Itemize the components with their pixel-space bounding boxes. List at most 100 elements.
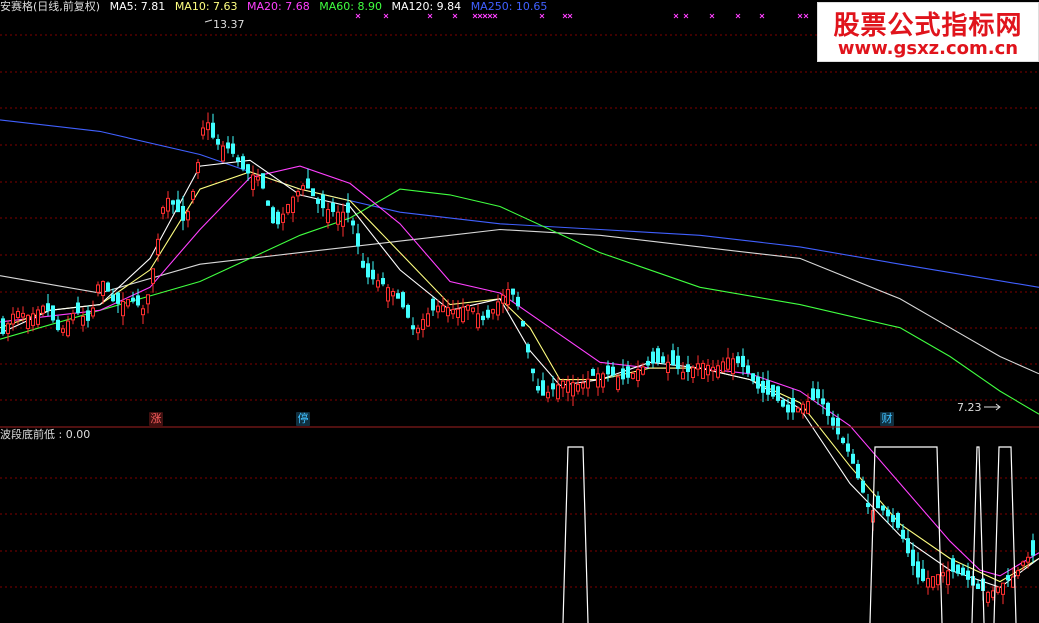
tag-ting: 停 (296, 412, 310, 426)
candle-15 (76, 296, 80, 316)
candle-160 (801, 401, 805, 419)
high-price-label: 13.37 (213, 18, 245, 31)
legend-ma20: MA20: 7.68 (247, 0, 310, 13)
candle-73 (366, 257, 370, 285)
candle-131 (656, 345, 660, 366)
candle-106 (531, 368, 535, 382)
candle-35 (176, 190, 180, 213)
candle-132 (661, 352, 665, 365)
candle-149 (746, 359, 750, 378)
candle-190 (951, 554, 955, 579)
candle-95 (476, 303, 480, 331)
candle-117 (586, 370, 590, 397)
candle-54 (271, 205, 275, 225)
candle-178 (891, 508, 895, 530)
signal-pulse-3 (993, 446, 1017, 623)
candle-137 (686, 355, 690, 381)
candle-165 (826, 401, 830, 425)
candle-97 (486, 305, 490, 320)
candle-124 (621, 359, 625, 385)
candle-12 (61, 325, 65, 336)
tag-cai: 财 (880, 412, 894, 426)
candle-44 (221, 141, 225, 163)
candle-37 (186, 209, 190, 228)
candle-68 (341, 203, 345, 237)
candle-199 (996, 586, 1000, 595)
candle-96 (481, 311, 485, 326)
candle-145 (726, 347, 730, 373)
candle-46 (231, 136, 235, 158)
candle-33 (166, 191, 170, 219)
watermark-url: www.gsxz.com.cn (837, 38, 1019, 59)
candle-59 (296, 189, 300, 203)
candle-148 (741, 348, 745, 376)
candle-164 (821, 389, 825, 415)
candle-144 (721, 357, 725, 373)
candle-147 (736, 352, 740, 368)
candle-55 (276, 209, 280, 229)
marker-x-10 (562, 13, 568, 19)
marker-x-8 (492, 13, 498, 19)
candle-143 (716, 359, 720, 380)
candle-87 (436, 299, 440, 319)
marker-x-9 (539, 13, 545, 19)
candle-94 (471, 307, 475, 315)
candle-112 (561, 378, 565, 397)
candle-162 (811, 381, 815, 401)
candle-168 (841, 436, 845, 445)
candle-9 (46, 293, 50, 317)
candle-29 (146, 294, 150, 314)
candle-158 (791, 389, 795, 420)
candle-116 (581, 374, 585, 395)
candle-67 (336, 205, 340, 231)
candle-104 (521, 320, 525, 327)
candle-133 (666, 354, 670, 381)
candle-22 (111, 288, 115, 303)
marker-x-7 (487, 13, 493, 19)
marker-x-6 (482, 13, 488, 19)
low-pointer (984, 403, 1001, 411)
candle-41 (206, 112, 210, 140)
tag-zhang: 涨 (149, 412, 163, 426)
candle-40 (201, 120, 205, 140)
candle-7 (36, 306, 40, 328)
candle-170 (851, 449, 855, 464)
marker-x-15 (735, 13, 741, 19)
candle-152 (761, 372, 765, 403)
candle-74 (371, 261, 375, 285)
candle-99 (496, 294, 500, 321)
candle-183 (916, 552, 920, 585)
candle-81 (406, 303, 410, 319)
candle-63 (316, 196, 320, 213)
candle-42 (211, 113, 215, 140)
candle-30 (151, 268, 155, 293)
candle-93 (466, 304, 470, 321)
marker-x-13 (683, 13, 689, 19)
candle-31 (156, 233, 160, 262)
candle-65 (326, 202, 330, 229)
candle-181 (906, 529, 910, 557)
candle-25 (126, 299, 130, 309)
candle-192 (961, 564, 965, 576)
candle-10 (51, 305, 55, 323)
candle-155 (776, 385, 780, 403)
candle-127 (636, 360, 640, 388)
candle-200 (1001, 582, 1005, 605)
candle-78 (391, 288, 395, 306)
legend-ma120: MA120: 9.84 (391, 0, 462, 13)
marker-x-4 (472, 13, 478, 19)
watermark-title: 股票公式指标网 (833, 11, 1023, 41)
marker-x-12 (673, 13, 679, 19)
candle-36 (181, 196, 185, 231)
candle-19 (96, 281, 100, 297)
candle-101 (506, 282, 510, 311)
candle-66 (331, 198, 335, 217)
candle-79 (396, 289, 400, 299)
candle-21 (106, 281, 110, 292)
candle-195 (976, 579, 980, 590)
candle-129 (646, 356, 650, 369)
candle-50 (251, 165, 255, 197)
candle-71 (356, 223, 360, 255)
signal-pulse-1 (869, 446, 943, 623)
signal-pulse-2 (971, 446, 985, 623)
